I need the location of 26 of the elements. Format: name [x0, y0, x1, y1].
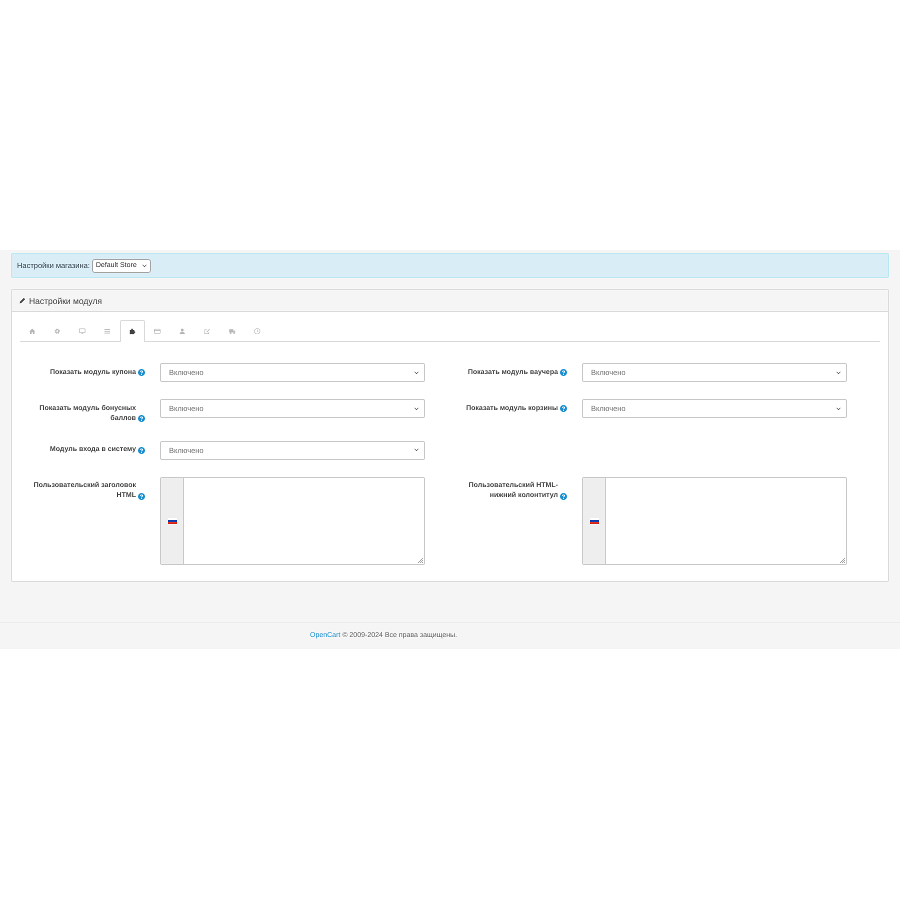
truck-icon — [229, 328, 236, 334]
help-icon[interactable] — [138, 369, 145, 376]
help-icon[interactable] — [138, 492, 145, 500]
help-icon[interactable] — [138, 415, 145, 422]
help-icon[interactable] — [560, 369, 567, 376]
monitor-icon — [79, 328, 86, 334]
chevron-down-icon — [836, 370, 841, 374]
clock-icon — [254, 328, 261, 334]
list-icon — [104, 328, 111, 334]
help-icon[interactable] — [138, 446, 145, 454]
credit-card-icon — [154, 328, 161, 334]
chevron-down-icon — [414, 370, 419, 374]
help-icon[interactable] — [560, 405, 567, 412]
tab[interactable] — [120, 320, 145, 342]
puzzle-icon — [129, 328, 136, 335]
user-icon — [179, 328, 186, 334]
gear-icon — [54, 328, 61, 334]
chevron-down-icon — [414, 448, 419, 452]
edit-icon — [204, 328, 211, 334]
help-icon[interactable] — [560, 492, 567, 500]
chevron-down-icon — [414, 406, 419, 410]
panel-title: Настройки модуля — [29, 296, 102, 306]
chevron-down-icon — [142, 264, 147, 268]
pencil-icon — [19, 297, 26, 304]
home-icon — [29, 328, 36, 334]
chevron-down-icon — [836, 406, 841, 410]
